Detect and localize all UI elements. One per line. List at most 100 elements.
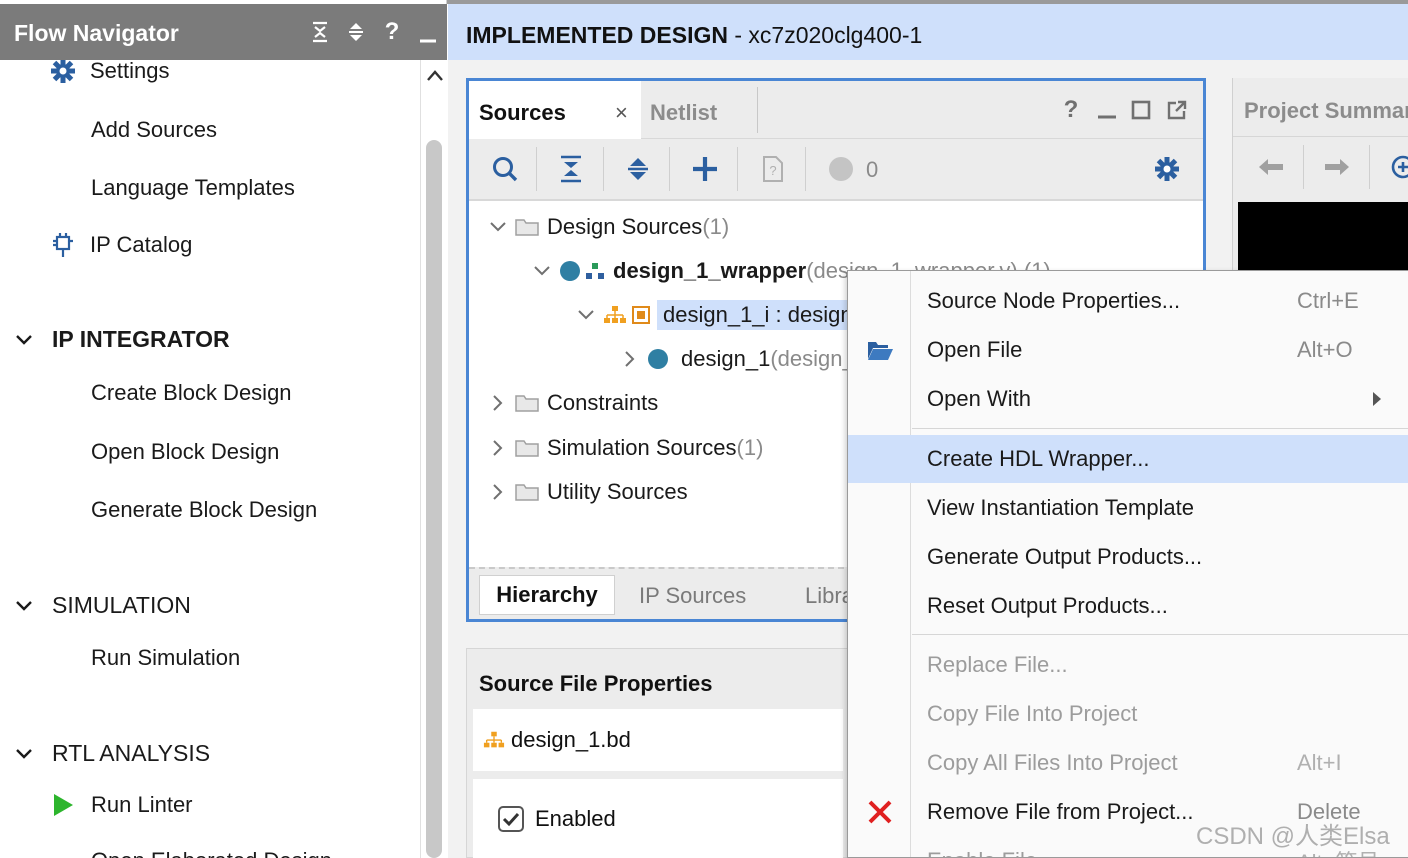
folder-icon	[515, 482, 539, 502]
menu-item-open-with[interactable]: Open With	[848, 375, 1408, 423]
section-rtl-analysis[interactable]: RTL ANALYSIS	[0, 740, 210, 767]
maximize-icon[interactable]	[1129, 98, 1153, 122]
section-label: SIMULATION	[52, 592, 191, 618]
chevron-down-icon[interactable]	[575, 310, 597, 320]
svg-text:?: ?	[769, 163, 776, 178]
menu-item-label: Open With	[927, 386, 1031, 411]
design-header: IMPLEMENTED DESIGN - xc7z020clg400-1	[448, 4, 1408, 60]
chevron-down-icon[interactable]	[487, 222, 509, 232]
tree-node-simulation-sources[interactable]: Simulation Sources (1)	[487, 428, 763, 468]
menu-item-create-hdl-wrapper[interactable]: Create HDL Wrapper...	[848, 435, 1408, 483]
tab-sources[interactable]: Sources ×	[469, 81, 641, 139]
tree-node-label: Utility Sources	[547, 479, 688, 504]
nav-item-create-block-design[interactable]: Create Block Design	[91, 380, 292, 406]
toolbar-divider	[805, 147, 806, 191]
tree-node-count: (1)	[702, 214, 730, 239]
add-icon[interactable]	[687, 151, 723, 187]
minimize-icon[interactable]	[1095, 98, 1119, 122]
tree-node-label: Constraints	[547, 390, 659, 415]
menu-item-shortcut: Alt+O	[1297, 337, 1353, 362]
nav-item-generate-block-design[interactable]: Generate Block Design	[91, 497, 317, 523]
minimize-icon[interactable]	[416, 19, 440, 45]
menu-item-label: Copy All Files Into Project	[927, 750, 1178, 775]
design-title-part: - xc7z020clg400-1	[727, 22, 923, 48]
enabled-checkbox-row[interactable]: Enabled	[473, 779, 843, 858]
search-icon[interactable]	[487, 151, 523, 187]
close-tab-icon[interactable]: ×	[615, 100, 628, 126]
zoom-in-icon[interactable]	[1385, 149, 1408, 185]
float-window-icon[interactable]	[1165, 98, 1189, 122]
menu-item-source-node-properties[interactable]: Source Node Properties... Ctrl+E	[848, 277, 1408, 325]
nav-item-add-sources[interactable]: Add Sources	[91, 117, 217, 143]
design-title: IMPLEMENTED DESIGN - xc7z020clg400-1	[466, 22, 922, 49]
nav-item-run-linter[interactable]: Run Linter	[52, 792, 193, 818]
chevron-down-icon[interactable]	[531, 266, 553, 276]
tab-hierarchy[interactable]: Hierarchy	[479, 575, 615, 615]
nav-item-language-templates[interactable]: Language Templates	[91, 175, 295, 201]
menu-item-replace-file[interactable]: Replace File...	[848, 641, 1408, 689]
chevron-right-icon[interactable]	[619, 351, 641, 367]
forward-arrow-icon[interactable]	[1319, 149, 1355, 185]
status-count: 0	[866, 157, 879, 182]
menu-item-reset-output-products[interactable]: Reset Output Products...	[848, 582, 1408, 630]
unknown-file-icon[interactable]: ?	[755, 151, 791, 187]
tree-node-design-sources[interactable]: Design Sources (1)	[487, 207, 729, 247]
watermark: CSDN @人类Elsa	[1196, 823, 1390, 850]
collapse-all-icon[interactable]	[308, 19, 332, 45]
nav-item-run-simulation[interactable]: Run Simulation	[91, 645, 240, 671]
collapse-all-icon[interactable]	[553, 151, 589, 187]
flow-navigator-header: Flow Navigator ?	[0, 4, 447, 60]
chevron-right-icon[interactable]	[487, 484, 509, 500]
menu-item-copy-file-into-project[interactable]: Copy File Into Project	[848, 690, 1408, 738]
toolbar-divider	[1369, 145, 1370, 189]
chevron-right-icon[interactable]	[487, 395, 509, 411]
menu-item-copy-all-files-into-project[interactable]: Copy All Files Into Project Alt+I	[848, 739, 1408, 787]
menu-separator	[912, 428, 1408, 429]
tree-node-constraints[interactable]: Constraints	[487, 383, 658, 423]
project-summary-view	[1238, 202, 1408, 272]
nav-item-settings[interactable]: Settings	[50, 60, 170, 84]
menu-item-generate-output-products[interactable]: Generate Output Products...	[848, 533, 1408, 581]
gear-icon[interactable]	[1149, 151, 1185, 187]
back-arrow-icon[interactable]	[1253, 149, 1289, 185]
menu-separator	[912, 634, 1408, 635]
expand-all-icon[interactable]	[620, 151, 656, 187]
vivado-window: Flow Navigator ? Settings Add Sources La…	[0, 0, 1408, 858]
folder-icon	[515, 217, 539, 237]
section-simulation[interactable]: SIMULATION	[0, 592, 191, 619]
nav-item-ip-catalog[interactable]: IP Catalog	[50, 232, 192, 258]
nav-item-open-block-design[interactable]: Open Block Design	[91, 439, 279, 465]
scroll-up-arrow-icon[interactable]	[425, 66, 445, 86]
menu-item-view-instantiation-template[interactable]: View Instantiation Template	[848, 484, 1408, 532]
menu-item-open-file[interactable]: Open File Alt+O	[848, 326, 1408, 374]
flow-navigator-scrollbar[interactable]	[420, 60, 447, 858]
help-icon[interactable]: ?	[1059, 96, 1083, 123]
tree-node-utility-sources[interactable]: Utility Sources	[487, 472, 688, 512]
submenu-arrow-icon	[1372, 391, 1382, 407]
enabled-label: Enabled	[535, 806, 616, 831]
chevron-right-icon[interactable]	[487, 440, 509, 456]
section-ip-integrator[interactable]: IP INTEGRATOR	[0, 326, 230, 353]
sources-toolbar: ? 0	[469, 139, 1203, 201]
tab-project-summary[interactable]: Project Summary	[1244, 98, 1408, 124]
menu-item-label: Create HDL Wrapper...	[927, 446, 1150, 471]
tab-ip-sources[interactable]: IP Sources	[639, 583, 746, 609]
ip-square-icon	[631, 305, 651, 325]
source-file-properties-panel: Source File Properties design_1.bd Enabl…	[466, 648, 856, 858]
menu-item-label: Replace File...	[927, 652, 1068, 677]
scrollbar-thumb[interactable]	[426, 140, 442, 858]
tab-netlist[interactable]: Netlist	[650, 100, 717, 126]
expand-all-icon[interactable]	[344, 19, 368, 45]
help-icon[interactable]: ?	[380, 18, 404, 45]
sources-tab-bar: Sources × Netlist ?	[469, 81, 1203, 139]
tree-node-count: (1)	[736, 435, 764, 460]
checkbox-checked-icon[interactable]	[497, 805, 525, 833]
folder-open-icon	[864, 334, 896, 366]
gear-icon	[50, 60, 76, 84]
nav-item-label: Settings	[90, 60, 170, 83]
context-menu: Source Node Properties... Ctrl+E Open Fi…	[847, 270, 1408, 858]
module-dot-icon	[647, 348, 669, 370]
folder-icon	[515, 438, 539, 458]
chevron-down-icon	[12, 334, 36, 346]
nav-item-open-elaborated-design[interactable]: Open Elaborated Design	[91, 848, 332, 858]
